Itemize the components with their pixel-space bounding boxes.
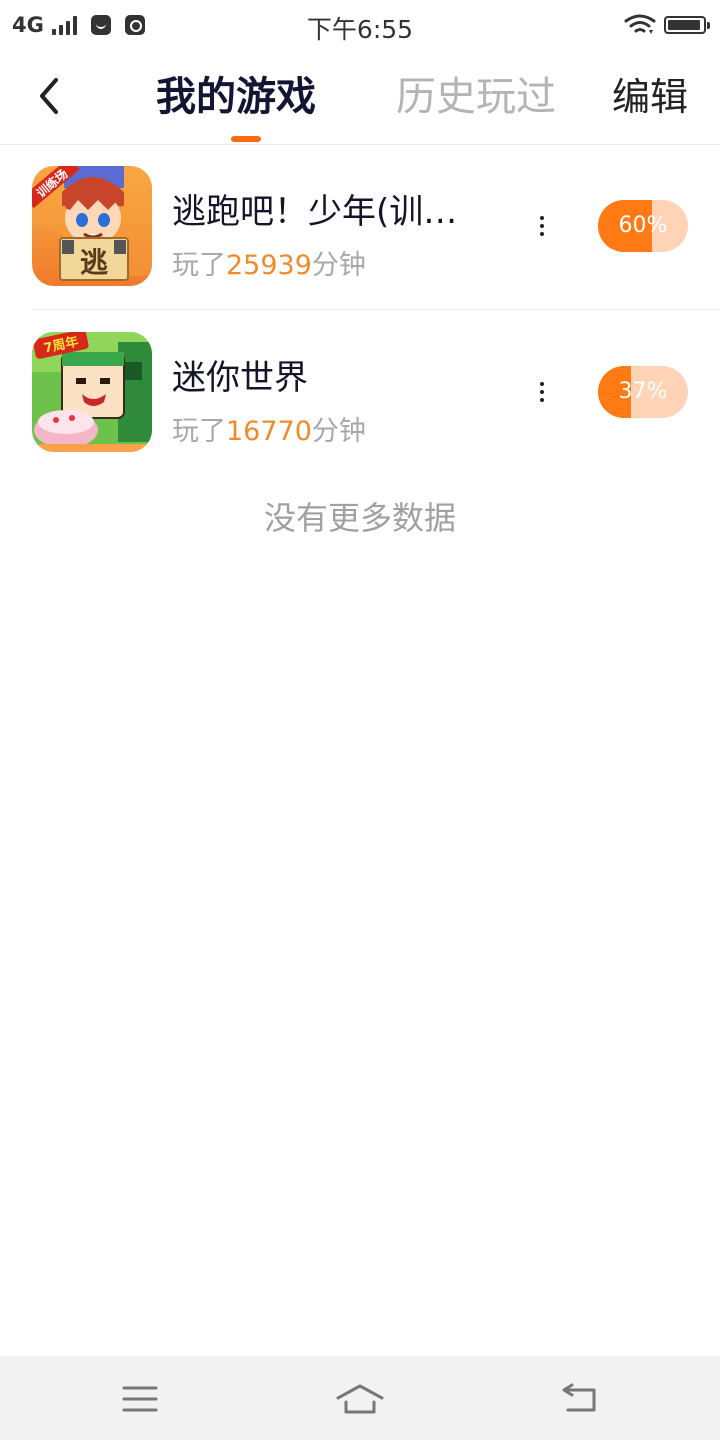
status-time: 下午6:55: [306, 15, 414, 44]
progress-label: 60%: [618, 213, 668, 238]
game-list-item[interactable]: 7周年 迷你世界 玩了16770分钟 37%: [32, 310, 720, 475]
status-bar: 4G 下午6:55: [0, 0, 720, 50]
system-navigation-bar: [0, 1356, 720, 1440]
game-title[interactable]: 迷你世界: [172, 356, 308, 400]
game-title[interactable]: 逃跑吧！少年(训…: [172, 190, 457, 234]
game-icon-text: 逃: [80, 246, 108, 279]
edit-button[interactable]: 编辑: [612, 72, 688, 122]
progress-badge: 37%: [598, 366, 688, 418]
no-more-data-text: 没有更多数据: [263, 499, 456, 537]
home-icon[interactable]: [330, 1376, 390, 1422]
playtime-prefix: 玩了: [172, 416, 226, 447]
game-icon-mini-world[interactable]: 7周年: [32, 332, 152, 452]
game-playtime: 玩了16770分钟: [172, 414, 366, 450]
nav-header: 我的游戏 历史玩过 编辑: [0, 50, 720, 145]
progress-label: 37%: [618, 379, 668, 404]
menu-icon[interactable]: [110, 1376, 170, 1422]
playtime-suffix: 分钟: [311, 250, 366, 281]
back-arrow-icon[interactable]: [30, 74, 70, 118]
active-tab-indicator: [231, 136, 261, 142]
battery-level: [668, 20, 701, 30]
progress-badge: 60%: [598, 200, 688, 252]
tab-my-games[interactable]: 我的游戏: [156, 72, 316, 122]
playtime-minutes: 16770: [226, 416, 312, 447]
battery-icon: [664, 16, 710, 34]
more-options-icon[interactable]: [528, 372, 556, 412]
wifi-icon: [624, 14, 656, 34]
playtime-prefix: 玩了: [172, 250, 226, 281]
playtime-minutes: 25939: [226, 250, 312, 281]
game-list-item[interactable]: 逃 训练场 逃跑吧！少年(训… 玩了25939分钟 60%: [32, 144, 720, 310]
game-playtime: 玩了25939分钟: [172, 248, 366, 284]
tab-history-played[interactable]: 历史玩过: [396, 72, 556, 122]
back-icon[interactable]: [550, 1376, 610, 1422]
playtime-suffix: 分钟: [311, 416, 366, 447]
more-options-icon[interactable]: [528, 206, 556, 246]
game-icon-escape[interactable]: 逃 训练场: [32, 166, 152, 286]
status-right: [624, 12, 710, 38]
